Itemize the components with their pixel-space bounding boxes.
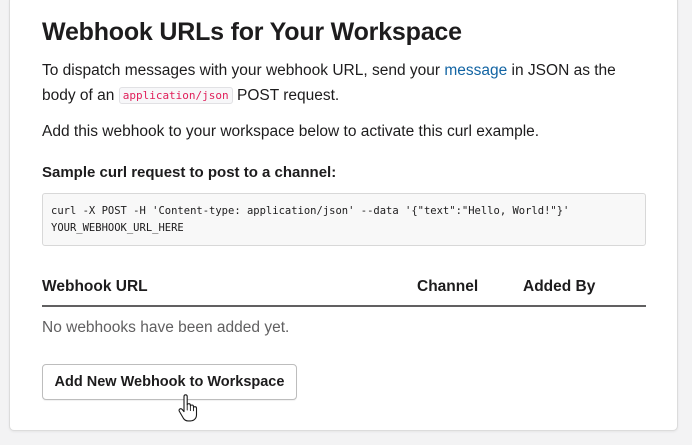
hand-pointer-cursor-icon (178, 394, 198, 422)
column-header-added-by: Added By (523, 278, 596, 295)
sample-curl-label: Sample curl request to post to a channel… (42, 164, 337, 181)
intro-text-3: POST request. (232, 87, 340, 104)
message-link[interactable]: message (444, 62, 507, 79)
intro-paragraph: To dispatch messages with your webhook U… (42, 58, 642, 109)
column-header-channel: Channel (417, 278, 479, 295)
intro-text: To dispatch messages with your webhook U… (42, 62, 445, 79)
table-header-divider (42, 305, 646, 307)
empty-table-message: No webhooks have been added yet. (42, 319, 290, 336)
inline-code-application-json: application/json (118, 87, 233, 104)
page-title: Webhook URLs for Your Workspace (42, 18, 462, 46)
column-header-webhook-url: Webhook URL (42, 278, 148, 295)
add-new-webhook-button[interactable]: Add New Webhook to Workspace (42, 364, 297, 400)
activate-note: Add this webhook to your workspace below… (42, 123, 540, 140)
sample-curl-code: curl -X POST -H 'Content-type: applicati… (42, 193, 646, 246)
